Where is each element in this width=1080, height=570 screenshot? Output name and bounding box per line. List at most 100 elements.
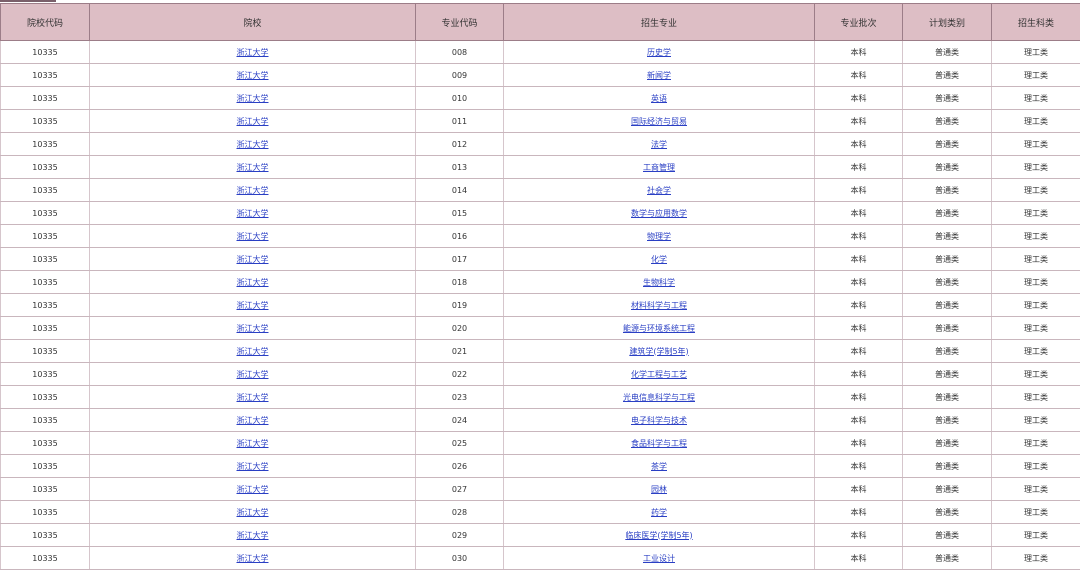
batch-cell: 本科 <box>815 133 903 156</box>
school-code-cell: 10335 <box>1 225 90 248</box>
major-link[interactable]: 工商管理 <box>643 163 675 172</box>
subject-type-cell: 理工类 <box>992 64 1080 87</box>
subject-type-cell: 理工类 <box>992 271 1080 294</box>
school-link[interactable]: 浙江大学 <box>237 370 269 379</box>
major-link[interactable]: 药学 <box>651 508 667 517</box>
school-cell: 浙江大学 <box>90 432 416 455</box>
major-link[interactable]: 食品科学与工程 <box>631 439 687 448</box>
top-divider <box>0 0 56 2</box>
major-link[interactable]: 材料科学与工程 <box>631 301 687 310</box>
subject-type-cell: 理工类 <box>992 294 1080 317</box>
major-link[interactable]: 化学 <box>651 255 667 264</box>
major-link[interactable]: 工业设计 <box>643 554 675 563</box>
school-link[interactable]: 浙江大学 <box>237 209 269 218</box>
school-code-cell: 10335 <box>1 363 90 386</box>
subject-type-cell: 理工类 <box>992 156 1080 179</box>
major-link[interactable]: 电子科学与技术 <box>631 416 687 425</box>
plan-type-cell: 普通类 <box>903 524 992 547</box>
plan-type-cell: 普通类 <box>903 317 992 340</box>
plan-type-cell: 普通类 <box>903 432 992 455</box>
major-link[interactable]: 建筑学(学制5年) <box>629 347 688 356</box>
batch-cell: 本科 <box>815 179 903 202</box>
plan-type-cell: 普通类 <box>903 409 992 432</box>
major-link[interactable]: 茶学 <box>651 462 667 471</box>
plan-type-cell: 普通类 <box>903 478 992 501</box>
major-link[interactable]: 临床医学(学制5年) <box>625 531 692 540</box>
batch-cell: 本科 <box>815 455 903 478</box>
school-link[interactable]: 浙江大学 <box>237 255 269 264</box>
major-link[interactable]: 新闻学 <box>647 71 671 80</box>
school-link[interactable]: 浙江大学 <box>237 71 269 80</box>
header-subject-type: 招生科类 <box>992 4 1080 41</box>
school-link[interactable]: 浙江大学 <box>237 117 269 126</box>
subject-type-cell: 理工类 <box>992 478 1080 501</box>
table-row: 10335浙江大学014社会学本科普通类理工类 <box>1 179 1080 202</box>
plan-type-cell: 普通类 <box>903 133 992 156</box>
batch-cell: 本科 <box>815 478 903 501</box>
major-link[interactable]: 国际经济与贸易 <box>631 117 687 126</box>
plan-type-cell: 普通类 <box>903 340 992 363</box>
subject-type-cell: 理工类 <box>992 87 1080 110</box>
school-code-cell: 10335 <box>1 156 90 179</box>
school-link[interactable]: 浙江大学 <box>237 508 269 517</box>
plan-type-cell: 普通类 <box>903 41 992 64</box>
school-code-cell: 10335 <box>1 547 90 570</box>
school-link[interactable]: 浙江大学 <box>237 163 269 172</box>
school-link[interactable]: 浙江大学 <box>237 439 269 448</box>
major-link[interactable]: 英语 <box>651 94 667 103</box>
school-link[interactable]: 浙江大学 <box>237 232 269 241</box>
table-row: 10335浙江大学020能源与环境系统工程本科普通类理工类 <box>1 317 1080 340</box>
table-row: 10335浙江大学009新闻学本科普通类理工类 <box>1 64 1080 87</box>
major-link[interactable]: 法学 <box>651 140 667 149</box>
major-link[interactable]: 数学与应用数学 <box>631 209 687 218</box>
school-link[interactable]: 浙江大学 <box>237 462 269 471</box>
major-code-cell: 012 <box>416 133 504 156</box>
plan-type-cell: 普通类 <box>903 64 992 87</box>
school-link[interactable]: 浙江大学 <box>237 301 269 310</box>
school-link[interactable]: 浙江大学 <box>237 278 269 287</box>
school-code-cell: 10335 <box>1 478 90 501</box>
table-row: 10335浙江大学019材料科学与工程本科普通类理工类 <box>1 294 1080 317</box>
major-link[interactable]: 物理学 <box>647 232 671 241</box>
subject-type-cell: 理工类 <box>992 455 1080 478</box>
school-link[interactable]: 浙江大学 <box>237 393 269 402</box>
school-link[interactable]: 浙江大学 <box>237 347 269 356</box>
major-cell: 临床医学(学制5年) <box>504 524 815 547</box>
school-cell: 浙江大学 <box>90 156 416 179</box>
major-link[interactable]: 社会学 <box>647 186 671 195</box>
school-link[interactable]: 浙江大学 <box>237 531 269 540</box>
major-cell: 工业设计 <box>504 547 815 570</box>
school-link[interactable]: 浙江大学 <box>237 186 269 195</box>
major-link[interactable]: 化学工程与工艺 <box>631 370 687 379</box>
table-row: 10335浙江大学017化学本科普通类理工类 <box>1 248 1080 271</box>
subject-type-cell: 理工类 <box>992 225 1080 248</box>
subject-type-cell: 理工类 <box>992 340 1080 363</box>
school-cell: 浙江大学 <box>90 179 416 202</box>
school-code-cell: 10335 <box>1 248 90 271</box>
school-link[interactable]: 浙江大学 <box>237 324 269 333</box>
major-link[interactable]: 历史学 <box>647 48 671 57</box>
batch-cell: 本科 <box>815 317 903 340</box>
major-link[interactable]: 光电信息科学与工程 <box>623 393 695 402</box>
major-code-cell: 009 <box>416 64 504 87</box>
batch-cell: 本科 <box>815 110 903 133</box>
school-link[interactable]: 浙江大学 <box>237 140 269 149</box>
subject-type-cell: 理工类 <box>992 432 1080 455</box>
major-link[interactable]: 能源与环境系统工程 <box>623 324 695 333</box>
major-link[interactable]: 生物科学 <box>643 278 675 287</box>
major-cell: 社会学 <box>504 179 815 202</box>
school-cell: 浙江大学 <box>90 202 416 225</box>
school-code-cell: 10335 <box>1 294 90 317</box>
major-code-cell: 025 <box>416 432 504 455</box>
subject-type-cell: 理工类 <box>992 386 1080 409</box>
batch-cell: 本科 <box>815 501 903 524</box>
table-row: 10335浙江大学011国际经济与贸易本科普通类理工类 <box>1 110 1080 133</box>
batch-cell: 本科 <box>815 524 903 547</box>
school-link[interactable]: 浙江大学 <box>237 416 269 425</box>
school-link[interactable]: 浙江大学 <box>237 94 269 103</box>
major-link[interactable]: 园林 <box>651 485 667 494</box>
school-link[interactable]: 浙江大学 <box>237 554 269 563</box>
school-link[interactable]: 浙江大学 <box>237 485 269 494</box>
header-school: 院校 <box>90 4 416 41</box>
school-link[interactable]: 浙江大学 <box>237 48 269 57</box>
